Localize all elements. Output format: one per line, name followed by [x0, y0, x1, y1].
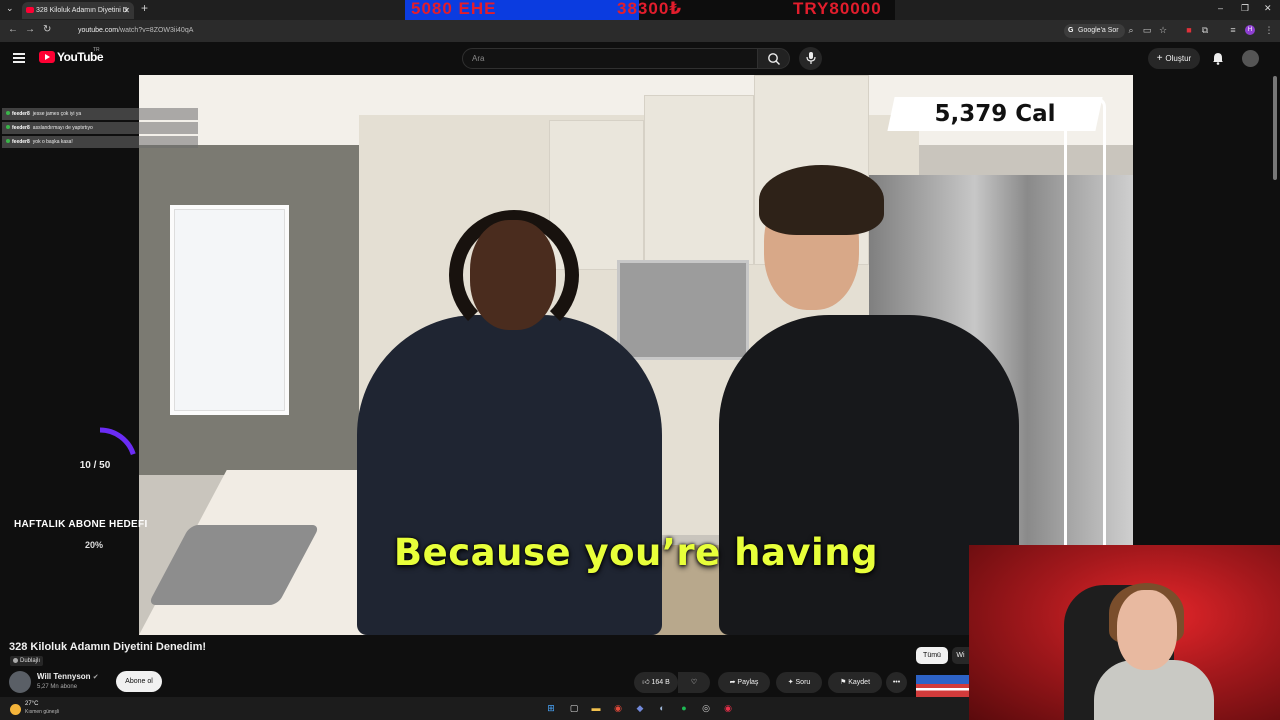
chat-text: asslandırmayı de yaptırtıyo: [32, 125, 93, 131]
thumbs-down-icon: ♡: [690, 679, 698, 686]
cast-icon[interactable]: ▭: [1142, 25, 1152, 35]
chat-user: feeder8: [12, 125, 30, 131]
calorie-meter: [1064, 97, 1106, 547]
weather-sun-icon[interactable]: [10, 704, 21, 715]
badge-icon: [6, 139, 10, 143]
window-close-icon[interactable]: ✕: [1264, 3, 1272, 14]
start-icon[interactable]: ⊞: [545, 702, 557, 714]
dubbed-badge: Dublajlı: [10, 656, 44, 666]
video-title: 328 Kiloluk Adamın Diyetini Denedim!: [9, 641, 207, 653]
back-icon[interactable]: ←: [8, 24, 18, 35]
badge-icon: [6, 111, 10, 115]
ask-button[interactable]: ✦ Soru: [776, 672, 822, 693]
chat-text: yok o başka kasa!: [32, 139, 73, 145]
recommended-video-thumbnail[interactable]: [916, 675, 969, 697]
left-side-area: [0, 75, 139, 635]
subscriber-count: 5,27 Mn abone: [37, 684, 78, 690]
extensions-puzzle-icon[interactable]: ⧉: [1200, 25, 1210, 35]
ticker-item: TRY80000: [793, 0, 882, 18]
goal-progress-arc: [99, 427, 136, 456]
close-tab-icon[interactable]: ✕: [123, 2, 130, 19]
share-icon: ➦: [729, 679, 736, 686]
chat-text: jesse james çok iyi ya: [32, 111, 82, 117]
account-avatar[interactable]: [1242, 50, 1259, 67]
url-domain: youtube.com: [78, 27, 119, 34]
microphone-icon: [806, 52, 816, 64]
url-path: /watch?v=8ZOW3ii40qA: [118, 27, 194, 34]
share-button[interactable]: ➦ Paylaş: [718, 672, 770, 693]
chat-message: feeder8 jesse james çok iyi ya: [2, 108, 198, 120]
app-icon[interactable]: ◉: [722, 702, 734, 714]
minimize-icon[interactable]: –: [1218, 3, 1223, 13]
search-input[interactable]: Ara: [462, 48, 758, 69]
chrome-icon[interactable]: ◉: [612, 702, 624, 714]
create-button[interactable]: Oluştur: [1148, 48, 1200, 69]
goal-percent: 20%: [85, 540, 104, 550]
ticker-item: 38300₺: [617, 0, 683, 18]
windows-taskbar: [0, 697, 969, 720]
browser-menu-icon[interactable]: ⋮: [1264, 25, 1274, 35]
dislike-button[interactable]: ♡: [678, 672, 710, 693]
streamer-webcam: [969, 545, 1280, 720]
right-side-area: [1133, 75, 1280, 545]
notifications-bell-icon[interactable]: [1212, 52, 1224, 65]
search-button[interactable]: [757, 48, 790, 69]
video-scene: [170, 205, 289, 415]
more-actions-button[interactable]: •••: [886, 672, 907, 693]
media-control-icon[interactable]: ≡: [1228, 25, 1238, 35]
chip-all[interactable]: Tümü: [916, 647, 948, 664]
obs-icon[interactable]: ◎: [700, 702, 712, 714]
reload-icon[interactable]: ↻: [43, 24, 51, 35]
new-tab-icon[interactable]: +: [141, 1, 148, 15]
chat-message: feeder8 asslandırmayı de yaptırtıyo: [2, 122, 198, 134]
restore-icon[interactable]: ❐: [1241, 3, 1249, 14]
file-explorer-icon[interactable]: ▬: [590, 702, 602, 714]
channel-name[interactable]: Will Tennyson ✔: [37, 672, 99, 681]
tab-title: 328 Kiloluk Adamın Diyetini D: [36, 7, 128, 14]
menu-icon[interactable]: [13, 53, 25, 63]
goal-title: HAFTALIK ABONE HEDEFI: [14, 519, 148, 530]
youtube-favicon-icon: [26, 7, 34, 13]
verified-icon: ✔: [92, 674, 99, 681]
google-ask-button[interactable]: Google'a Sor: [1064, 24, 1125, 38]
goal-count: 10 / 50: [79, 460, 111, 471]
ticker-item: 5080 EHE: [411, 0, 497, 18]
profile-avatar-icon[interactable]: H: [1245, 25, 1255, 35]
chat-user: feeder8: [12, 111, 30, 117]
steam-icon[interactable]: ◐: [656, 702, 668, 714]
weather-description[interactable]: Kısmen güneşli: [25, 709, 59, 715]
channel-avatar[interactable]: [9, 671, 31, 693]
bookmark-icon: ⚑: [839, 679, 847, 686]
extension-icon[interactable]: ■: [1184, 25, 1194, 35]
calorie-counter: 5,379 Cal: [934, 101, 1056, 127]
browser-tab[interactable]: 328 Kiloluk Adamın Diyetini D ✕: [22, 2, 134, 19]
subscribe-button[interactable]: Abone ol: [116, 671, 162, 692]
browser-toolbar: ← → ↻ youtube.com/watch?v=8ZOW3ii40qA Go…: [0, 20, 1280, 42]
voice-search-button[interactable]: [799, 47, 822, 70]
badge-icon: [6, 125, 10, 129]
thumbs-up-icon: 👍︎: [642, 679, 650, 686]
youtube-logo-icon[interactable]: [39, 51, 55, 63]
zoom-icon[interactable]: ⌕: [1126, 25, 1136, 35]
task-view-icon[interactable]: ▢: [568, 702, 580, 714]
search-icon: [768, 53, 780, 65]
sparkle-icon: ✦: [787, 679, 794, 686]
spotify-icon[interactable]: ●: [678, 702, 690, 714]
youtube-header: YouTube TR Ara Oluştur: [0, 42, 1280, 75]
tab-search-icon[interactable]: ⌄: [6, 3, 14, 14]
more-icon: •••: [892, 679, 901, 686]
bookmark-star-icon[interactable]: ☆: [1158, 25, 1168, 35]
save-button[interactable]: ⚑ Kaydet: [828, 672, 882, 693]
forward-icon[interactable]: →: [25, 24, 35, 35]
page-scrollbar[interactable]: [1273, 76, 1277, 180]
like-button[interactable]: 👍︎ 164 B: [634, 672, 678, 693]
address-bar[interactable]: youtube.com/watch?v=8ZOW3ii40qA: [62, 23, 1062, 39]
country-code: TR: [93, 47, 100, 53]
chat-user: feeder8: [12, 139, 30, 145]
chat-message: feeder8 yok o başka kasa!: [2, 136, 198, 148]
chip-next[interactable]: Wi: [952, 647, 969, 664]
discord-icon[interactable]: ◆: [634, 702, 646, 714]
weather-temperature[interactable]: 27°C: [25, 701, 38, 707]
